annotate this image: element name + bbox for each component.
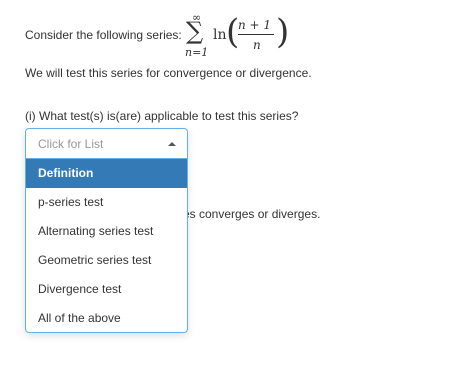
test-statement: We will test this series for convergence… <box>25 66 312 80</box>
option-all-of-the-above[interactable]: All of the above <box>26 304 187 332</box>
fraction-numerator: n + 1 <box>238 18 272 32</box>
caret-up-icon[interactable] <box>168 142 176 146</box>
part-i-question: (i) What test(s) is(are) applicable to t… <box>25 109 299 123</box>
series-intro: Consider the following series: <box>25 28 182 42</box>
ln-function: ln <box>213 27 227 43</box>
sum-lower-limit: n=1 <box>185 46 209 59</box>
summation-symbol: ∑ <box>186 17 204 45</box>
dropdown-placeholder: Click for List <box>38 137 104 151</box>
option-geometric-series-test[interactable]: Geometric series test <box>26 246 187 275</box>
option-p-series-test[interactable]: p-series test <box>26 188 187 217</box>
series-formula: ∞ ∑ n=1 ln ( n + 1 n ) <box>181 10 291 60</box>
option-divergence-test[interactable]: Divergence test <box>26 275 187 304</box>
right-paren: ) <box>276 12 290 52</box>
test-dropdown[interactable]: Click for List Definition p-series test … <box>25 128 188 333</box>
option-alternating-series-test[interactable]: Alternating series test <box>26 217 187 246</box>
partially-hidden-text: es converges or diverges. <box>183 207 321 221</box>
option-definition[interactable]: Definition <box>26 159 187 188</box>
dropdown-toggle[interactable]: Click for List <box>26 129 187 159</box>
fraction-bar <box>238 34 274 35</box>
fraction-denominator: n <box>253 38 261 52</box>
